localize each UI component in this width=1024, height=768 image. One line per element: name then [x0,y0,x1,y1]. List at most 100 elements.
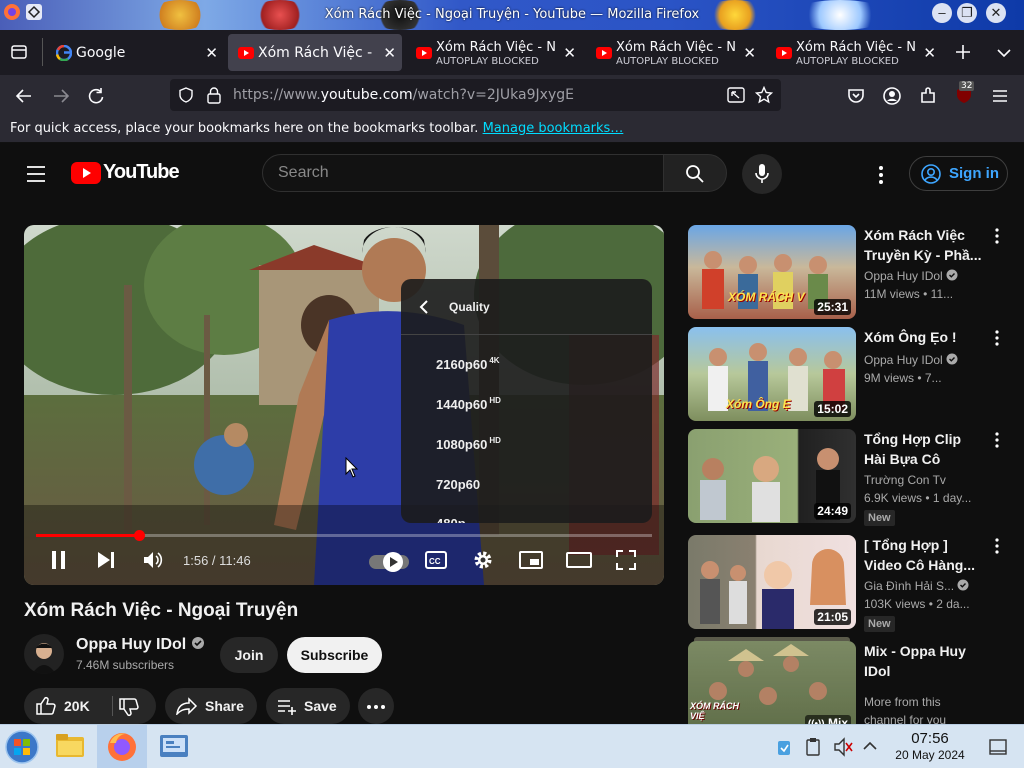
autoplay-toggle[interactable] [369,552,409,572]
youtube-favicon-icon [238,47,254,59]
action-menu-icon[interactable] [994,329,1000,347]
sign-in-button[interactable]: Sign in [909,156,1008,191]
miniplayer-icon[interactable] [519,551,543,569]
lock-icon[interactable] [206,86,222,104]
search-button[interactable] [663,154,727,192]
quality-option[interactable]: 1080p60 HD [436,436,501,452]
clipboard-icon[interactable] [805,737,821,757]
firefox-view-icon[interactable] [10,43,28,61]
tab-youtube-active[interactable]: Xóm Rách Việc - N ✕ [228,34,402,71]
tab-google[interactable]: Google ✕ [46,34,224,71]
close-tab-icon[interactable]: ✕ [563,44,576,62]
suggested-video[interactable]: 24:49 Tổng Hợp Clip Hài Bựa Cô Chin... T… [688,429,1008,526]
save-button[interactable]: Save [266,688,350,724]
video-thumbnail[interactable]: XÓM RÁCH VIỆ ((•)) Mix [688,641,856,724]
next-video-icon[interactable] [96,551,116,569]
file-manager-icon[interactable] [54,731,86,761]
suggested-video-title[interactable]: [ Tổng Hợp ] Video Cô Hàng... [864,535,982,575]
join-button[interactable]: Join [220,637,278,673]
close-tab-icon[interactable]: ✕ [205,44,218,62]
suggested-video-title[interactable]: Mix - Oppa Huy IDol [864,641,982,681]
tab-youtube[interactable]: Xóm Rách Việc - N AUTOPLAY BLOCKED ✕ [406,34,582,71]
control-panel-icon[interactable] [158,732,190,762]
more-actions-button[interactable] [358,688,394,724]
save-to-playlist-icon [278,700,296,715]
video-thumbnail[interactable]: 24:49 [688,429,856,523]
quality-menu-header[interactable]: Quality [401,279,652,335]
fullscreen-icon[interactable] [616,550,636,570]
extensions-icon[interactable] [918,86,938,106]
new-tab-icon[interactable] [954,43,972,61]
show-hidden-icons-chevron[interactable] [862,738,878,754]
suggested-video[interactable]: Xóm Ông Ẹ 15:02 Xóm Ông Ẹo ! Oppa Huy ID… [688,327,1008,421]
quality-option[interactable]: 1440p60 HD [436,396,501,412]
reload-icon[interactable] [86,86,106,106]
search-input[interactable]: Search [262,154,664,192]
suggested-video[interactable]: 21:05 [ Tổng Hợp ] Video Cô Hàng... Gia … [688,535,1008,632]
window-titlebar: Xóm Rách Việc - Ngoại Truyện - YouTube —… [0,0,1024,30]
pocket-icon[interactable] [846,86,866,106]
suggested-mix[interactable]: XÓM RÁCH VIỆ ((•)) Mix Mix - Oppa Huy ID… [688,637,1008,724]
volume-muted-icon[interactable] [833,737,853,757]
video-thumbnail[interactable]: 21:05 [688,535,856,629]
channel-name[interactable]: Oppa Huy IDol [76,636,205,654]
window-title: Xóm Rách Việc - Ngoại Truyện - YouTube —… [324,7,700,22]
suggested-video[interactable]: XÓM RÁCH V 25:31 Xóm Rách Việc Truyền Kỳ… [688,225,1008,319]
voice-search-button[interactable] [742,154,782,194]
share-button[interactable]: Share [165,688,257,724]
subtitles-cc-icon[interactable]: CC [425,551,447,569]
search-placeholder: Search [278,164,329,181]
suggested-video-title[interactable]: Xóm Rách Việc Truyền Kỳ - Phầ... [864,225,982,265]
list-all-tabs-icon[interactable] [995,44,1013,62]
tracking-protection-shield-icon[interactable] [178,87,194,103]
theater-mode-icon[interactable] [566,551,592,569]
progress-bar[interactable] [36,530,652,541]
update-notifier-icon[interactable] [775,737,793,757]
pause-icon[interactable] [50,550,68,570]
close-window-button[interactable]: ✕ [986,3,1006,23]
action-menu-icon[interactable] [994,227,1000,245]
close-tab-icon[interactable]: ✕ [743,44,756,62]
subscribe-button[interactable]: Subscribe [287,637,382,673]
maximize-window-button[interactable]: ❐ [957,3,977,23]
video-thumbnail[interactable]: Xóm Ông Ẹ 15:02 [688,327,856,421]
suggested-video-title[interactable]: Tổng Hợp Clip Hài Bựa Cô Chin... [864,429,982,469]
picture-in-picture-toggle-icon[interactable] [727,87,745,103]
suggested-video-meta: channel for you [864,713,947,724]
video-player[interactable]: Quality 2160p60 4K 1440p60 HD 1080p60 HD 72… [24,225,664,585]
tab-autoplay-status: AUTOPLAY BLOCKED [436,56,539,67]
close-tab-icon[interactable]: ✕ [923,44,936,62]
start-menu-icon[interactable] [5,730,39,764]
bookmark-star-icon[interactable] [755,86,773,104]
thumbs-down-icon[interactable] [118,697,140,717]
forward-icon[interactable] [51,86,71,106]
tab-youtube[interactable]: Xóm Rách Việc - N AUTOPLAY BLOCKED ✕ [766,34,942,71]
notifications-icon[interactable] [988,737,1008,757]
tab-youtube[interactable]: Xóm Rách Việc - N AUTOPLAY BLOCKED ✕ [586,34,762,71]
close-tab-icon[interactable]: ✕ [383,44,396,62]
guide-menu-icon[interactable] [24,162,48,186]
volume-icon[interactable] [142,550,164,570]
action-menu-icon[interactable] [994,537,1000,555]
ublock-extension-button[interactable]: 32 [953,81,975,105]
channel-avatar[interactable] [24,634,64,674]
account-icon[interactable] [882,86,902,106]
quality-option[interactable]: 720p60 [436,476,482,492]
url-text[interactable]: https://www.youtube.com/watch?v=2JUka9Jx… [233,87,574,103]
like-button[interactable]: 20K [24,688,112,724]
quality-option[interactable]: 480p [436,515,468,523]
manage-bookmarks-link[interactable]: Manage bookmarks… [483,121,624,136]
clock[interactable]: 07:56 20 May 2024 [889,731,971,763]
settings-gear-icon[interactable] [472,549,494,571]
video-thumbnail[interactable]: XÓM RÁCH V 25:31 [688,225,856,319]
back-icon[interactable] [14,86,34,106]
svg-text:CC: CC [429,557,441,566]
settings-more-icon[interactable] [869,163,893,187]
taskbar-firefox-active[interactable] [97,725,147,768]
back-chevron-icon[interactable] [418,299,430,315]
quality-option[interactable]: 2160p60 4K [436,356,500,372]
hamburger-menu-icon[interactable] [990,86,1010,106]
action-menu-icon[interactable] [994,431,1000,449]
url-bar[interactable]: https://www.youtube.com/watch?v=2JUka9Jx… [170,79,781,111]
minimize-window-button[interactable]: – [932,3,952,23]
